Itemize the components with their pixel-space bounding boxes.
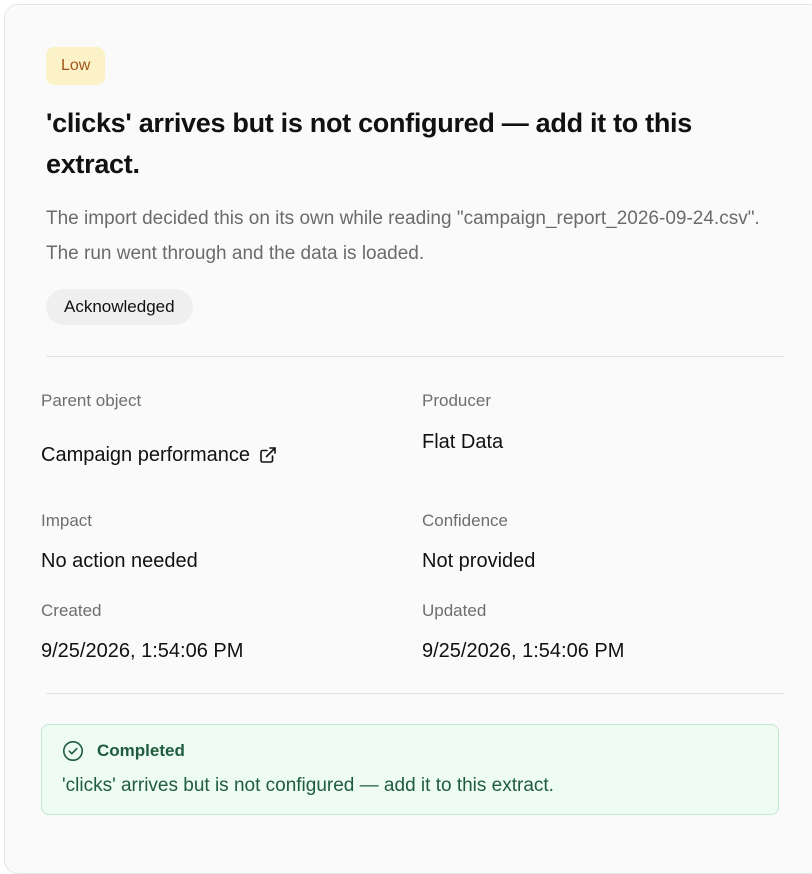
- parent-object-value: Campaign performance: [41, 444, 250, 466]
- created-label: Created: [41, 601, 102, 620]
- status-pill: Acknowledged: [46, 289, 193, 325]
- check-circle-icon: [63, 741, 83, 761]
- completed-message: 'clicks' arrives but is not configured —…: [62, 775, 554, 796]
- producer-value: Flat Data: [422, 431, 504, 453]
- issue-description: The import decided this on its own while…: [46, 208, 760, 264]
- created-value: 9/25/2026, 1:54:06 PM: [41, 640, 244, 662]
- producer-label: Producer: [422, 391, 491, 410]
- confidence-label: Confidence: [422, 511, 509, 530]
- impact-label: Impact: [41, 511, 93, 530]
- divider-bottom: [46, 693, 784, 694]
- issue-title: 'clicks' arrives but is not configured —…: [46, 108, 692, 179]
- divider-top: [46, 356, 784, 357]
- updated-label: Updated: [422, 601, 487, 620]
- completed-header: Completed: [62, 740, 185, 762]
- issue-card: Low 'clicks' arrives but is not configur…: [4, 4, 812, 874]
- parent-object-label: Parent object: [41, 391, 142, 410]
- impact-value: No action needed: [41, 550, 198, 572]
- confidence-value: Not provided: [422, 550, 536, 572]
- external-link-icon: [260, 447, 276, 463]
- updated-value: 9/25/2026, 1:54:06 PM: [422, 640, 625, 662]
- parent-object-link[interactable]: Campaign performance: [41, 443, 278, 467]
- severity-badge: Low: [46, 47, 106, 85]
- completed-title: Completed: [97, 741, 185, 760]
- completed-callout: Completed 'clicks' arrives but is not co…: [41, 724, 779, 815]
